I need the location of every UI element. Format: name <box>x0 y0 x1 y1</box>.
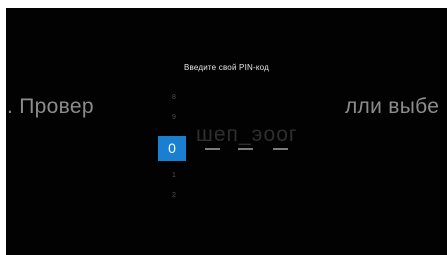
digit-option[interactable]: 2 <box>157 192 191 199</box>
background-text-left: . Провер <box>7 95 94 118</box>
digit-option[interactable]: 9 <box>157 114 191 121</box>
pin-dialog-title: Введите свой PIN-код <box>184 63 269 72</box>
pin-digit-selected[interactable]: 0 <box>158 136 186 161</box>
digit-option[interactable]: 1 <box>157 172 191 179</box>
pin-slot-empty[interactable] <box>273 148 288 150</box>
tv-screen: . Провер лли выбе шеп_эоог Введите свой … <box>6 8 447 255</box>
pin-slot-empty[interactable] <box>205 148 220 150</box>
background-text-right: лли выбе <box>345 95 440 118</box>
background-text-faded: шеп_эоог <box>196 123 298 146</box>
digit-option[interactable]: 8 <box>157 94 191 101</box>
pin-slot-empty[interactable] <box>238 148 253 150</box>
pin-overlay-mask <box>109 88 341 123</box>
